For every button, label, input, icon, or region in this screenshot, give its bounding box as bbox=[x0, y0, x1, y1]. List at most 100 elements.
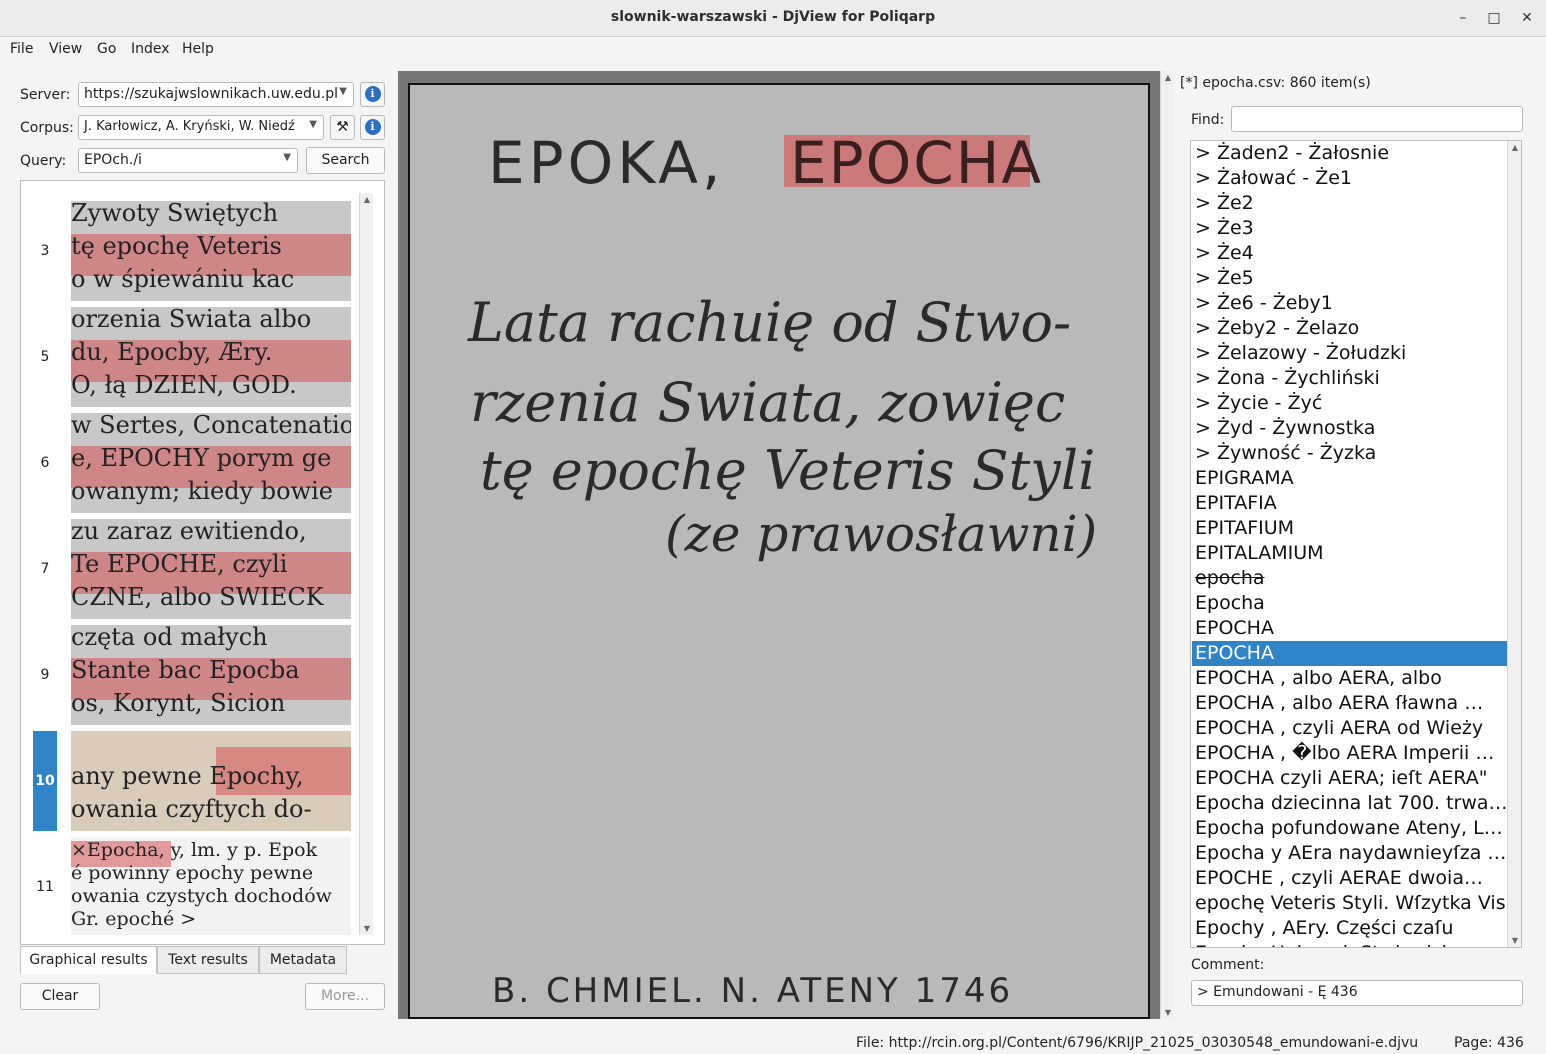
result-snippet[interactable]: w Sertes, Concatenatio. e, EPOCHY porym g… bbox=[71, 413, 351, 513]
document-viewer[interactable]: EPOKA, EPOCHA Lata rachuię od Stwo- rzen… bbox=[398, 71, 1160, 1019]
page-image: EPOKA, EPOCHA Lata rachuię od Stwo- rzen… bbox=[408, 83, 1150, 1019]
index-list-item[interactable]: > Że3 bbox=[1192, 216, 1507, 241]
result-number: 9 bbox=[40, 667, 50, 683]
index-list-item[interactable]: Epochy , AEry. Części czaſu bbox=[1192, 916, 1507, 941]
server-value: https://szukajwslownikach.uw.edu.pl bbox=[84, 86, 338, 102]
index-list-item[interactable]: > Żywność - Żyzka bbox=[1192, 441, 1507, 466]
index-list-item[interactable]: Epocha bbox=[1192, 591, 1507, 616]
index-list-item[interactable]: Epocha dziecinna lat 700. trwa… bbox=[1192, 791, 1507, 816]
tab-text-results[interactable]: Text results bbox=[157, 946, 259, 974]
menu-help[interactable]: Help bbox=[182, 41, 214, 57]
result-snippet[interactable]: any pewne Epochy, owania czyftych do- bbox=[71, 731, 351, 831]
index-list-item[interactable]: > Żyd - Żywnostka bbox=[1192, 416, 1507, 441]
index-list-item[interactable]: epochę Veteris Styli. Wſzytka Vis bbox=[1192, 891, 1507, 916]
query-input[interactable]: EPOch./i ▼ bbox=[78, 148, 298, 173]
chevron-down-icon: ▼ bbox=[339, 86, 347, 97]
result-row[interactable]: 7 zu zaraz ewitiendo, Te EPOCHE, czyli CZNE… bbox=[33, 519, 373, 623]
index-list-item[interactable]: EPOCHA , �lbo AERA Imperii … bbox=[1192, 741, 1507, 766]
search-button[interactable]: Search bbox=[306, 147, 385, 174]
index-list-item[interactable]: EPOCHA , czyli AERA od Wieży bbox=[1192, 716, 1507, 741]
index-list-item[interactable]: > Że5 bbox=[1192, 266, 1507, 291]
results-scrollbar[interactable]: ▲ ▼ bbox=[359, 193, 373, 935]
index-list-item[interactable]: epocha bbox=[1192, 566, 1507, 591]
server-info-button[interactable]: i bbox=[360, 82, 385, 107]
result-snippet[interactable]: ×Epocha, y, lm. y p. Epok é powinny epoch… bbox=[71, 837, 351, 935]
result-row[interactable]: 9 częta od małych Stante bac Epocba os, Kor… bbox=[33, 625, 373, 729]
index-list-item[interactable]: EPIGRAMA bbox=[1192, 466, 1507, 491]
card-line-3: rzenia Swiata, zowięc bbox=[470, 371, 1066, 434]
result-row[interactable]: 5 orzenia Swiata albo du, Epocby, Æry. O, ł… bbox=[33, 307, 373, 411]
scroll-down-icon: ▼ bbox=[1164, 1008, 1172, 1017]
index-list-item[interactable]: > Żelazowy - Żołudzki bbox=[1192, 341, 1507, 366]
server-label: Server: bbox=[20, 87, 71, 103]
index-list-item[interactable]: EPITALAMIUM bbox=[1192, 541, 1507, 566]
result-snippet[interactable]: częta od małych Stante bac Epocba os, Kory… bbox=[71, 625, 351, 725]
scroll-up-icon: ▲ bbox=[363, 195, 371, 204]
index-list-item[interactable]: EPOCHA bbox=[1192, 616, 1507, 641]
find-input[interactable] bbox=[1231, 106, 1523, 132]
scroll-up-icon: ▲ bbox=[1164, 73, 1172, 82]
index-list-item[interactable]: EPOCHE , czyli AERAE dwoia… bbox=[1192, 866, 1507, 891]
index-list-item[interactable]: > Żałować - Że1 bbox=[1192, 166, 1507, 191]
snippet-line: w Sertes, Concatenatio. bbox=[71, 413, 351, 439]
corpus-combo[interactable]: J. Karłowicz, A. Kryński, W. Niedź ▼ bbox=[78, 115, 324, 140]
viewer-scrollbar[interactable]: ▲ ▼ bbox=[1160, 71, 1174, 1019]
more-button[interactable]: More... bbox=[305, 983, 385, 1010]
result-snippet[interactable]: orzenia Swiata albo du, Epocby, Æry. O, łą… bbox=[71, 307, 351, 407]
result-row[interactable]: 3 Zywoty Swiętych tę epochę Veteris o w śpi… bbox=[33, 201, 373, 305]
close-icon[interactable]: ✕ bbox=[1516, 7, 1538, 29]
menu-index[interactable]: Index bbox=[131, 41, 170, 57]
menu-file[interactable]: File bbox=[10, 41, 33, 57]
card-line-5: (ze prawosławni) bbox=[665, 505, 1098, 563]
index-list-item[interactable]: EPOCHA czyli AERA; ieſt AERA" bbox=[1192, 766, 1507, 791]
index-list-item[interactable]: > Życie - Żyć bbox=[1192, 391, 1507, 416]
clear-button[interactable]: Clear bbox=[20, 983, 100, 1010]
comment-field[interactable]: > Emundowani - Ę 436 bbox=[1191, 980, 1523, 1006]
corpus-info-button[interactable]: i bbox=[360, 115, 385, 140]
index-list-item[interactable]: > Żeby2 - Żelazo bbox=[1192, 316, 1507, 341]
snippet-line: CZNE, albo SWIECK bbox=[71, 583, 324, 611]
snippet-line: O, łą DZIEN, GOD. bbox=[71, 371, 297, 399]
index-list-item[interactable]: Epocha y AEra naydawnieyſza … bbox=[1192, 841, 1507, 866]
index-list-item[interactable]: EPITAFIUM bbox=[1192, 516, 1507, 541]
result-row[interactable]: 11 ×Epocha, y, lm. y p. Epok é powinny epo… bbox=[33, 837, 373, 935]
index-scrollbar[interactable]: ▲ ▼ bbox=[1507, 141, 1521, 947]
snippet-line: częta od małych bbox=[71, 625, 268, 651]
snippet-line: Zywoty Swiętych bbox=[71, 201, 279, 227]
card-footer: B. CHMIEL. N. ATENY 1746 bbox=[492, 971, 1014, 1011]
menu-view[interactable]: View bbox=[49, 41, 82, 57]
index-panel: [*] epocha.csv: 860 item(s) Find: Epocha… bbox=[1180, 71, 1536, 1021]
result-number: 6 bbox=[40, 455, 50, 471]
result-row[interactable]: 10 any pewne Epochy, owania czyftych do- bbox=[33, 731, 373, 835]
card-line-2: Lata rachuię od Stwo- bbox=[468, 291, 1072, 354]
tab-graphical-results[interactable]: Graphical results bbox=[20, 946, 157, 974]
snippet-line: Stante bac Epocba bbox=[71, 656, 300, 684]
index-list-item[interactable]: EPOCHA , albo AERA ſławna … bbox=[1192, 691, 1507, 716]
index-list-item[interactable]: > Że6 - Żeby1 bbox=[1192, 291, 1507, 316]
index-list-item[interactable]: EPITAFIA bbox=[1192, 491, 1507, 516]
index-list-item[interactable]: > Że2 bbox=[1192, 191, 1507, 216]
index-list-item[interactable]: Epocha pofundowane Ateny, L… bbox=[1192, 816, 1507, 841]
result-snippet[interactable]: zu zaraz ewitiendo, Te EPOCHE, czyli CZNE,… bbox=[71, 519, 351, 619]
index-list-item[interactable]: > Żaden2 - Żałosnie bbox=[1192, 141, 1507, 166]
result-row[interactable]: 6 w Sertes, Concatenatio. e, EPOCHY porym … bbox=[33, 413, 373, 517]
index-list-item[interactable]: > Że4 bbox=[1192, 241, 1507, 266]
maximize-icon[interactable]: □ bbox=[1483, 7, 1505, 29]
index-list-item[interactable]: EPOCHA bbox=[1192, 641, 1507, 666]
tab-metadata[interactable]: Metadata bbox=[259, 946, 347, 974]
menu-go[interactable]: Go bbox=[97, 41, 116, 57]
index-list-item[interactable]: EPOCHA , albo AERA, albo bbox=[1192, 666, 1507, 691]
info-icon: i bbox=[364, 86, 381, 102]
index-list-item[interactable]: Epocha Universi. Stwierdzi… bbox=[1192, 941, 1507, 947]
find-label: Find: bbox=[1191, 112, 1225, 128]
index-list[interactable]: Epocha Universi. Stwierdzi…Epochy , AEry… bbox=[1190, 140, 1522, 948]
snippet-line: Gr. epoché > bbox=[71, 908, 197, 930]
corpus-settings-button[interactable]: ⚒ bbox=[330, 115, 355, 140]
info-icon: i bbox=[364, 119, 381, 135]
server-combo[interactable]: https://szukajwslownikach.uw.edu.pl ▼ bbox=[78, 82, 354, 107]
index-list-item[interactable]: > Żona - Żychliński bbox=[1192, 366, 1507, 391]
result-snippet[interactable]: Zywoty Swiętych tę epochę Veteris o w śpie… bbox=[71, 201, 351, 301]
result-number: 11 bbox=[36, 879, 54, 895]
minimize-icon[interactable]: – bbox=[1452, 7, 1474, 29]
snippet-line: e, EPOCHY porym ge bbox=[71, 444, 332, 472]
